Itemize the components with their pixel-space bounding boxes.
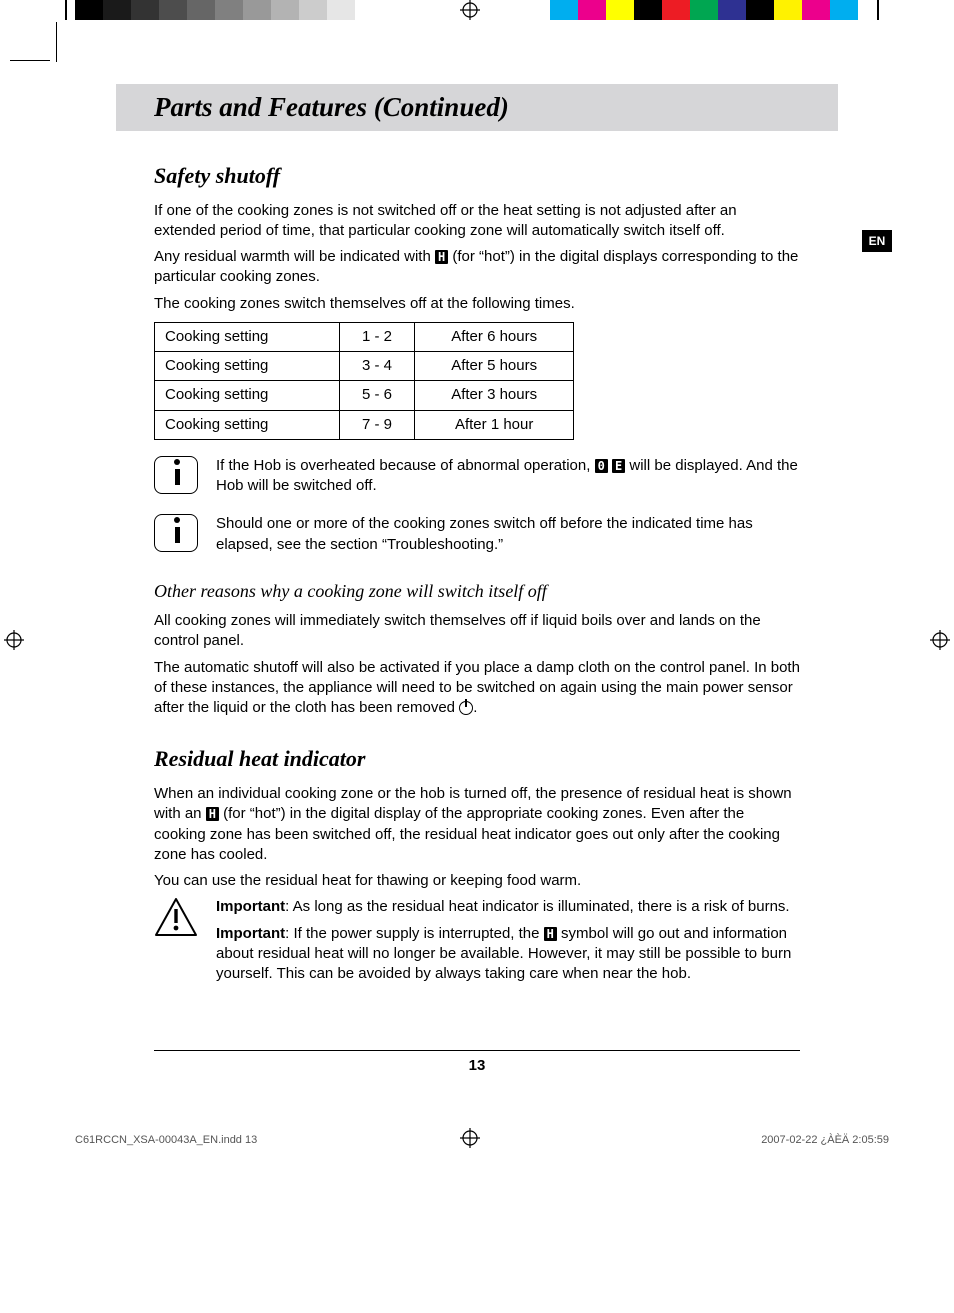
trim-tick-left <box>65 0 67 20</box>
color-swatch <box>662 0 690 20</box>
table-row: Cooking setting5 - 6After 3 hours <box>155 381 574 410</box>
table-row: Cooking setting1 - 2After 6 hours <box>155 322 574 351</box>
source-datetime: 2007-02-22 ¿ÀÈÄ 2:05:59 <box>761 1134 889 1146</box>
table-cell: After 5 hours <box>415 352 574 381</box>
para-other-2: The automatic shutoff will also be activ… <box>154 658 800 719</box>
table-cell: Cooking setting <box>155 322 340 351</box>
color-swatch <box>830 0 858 20</box>
table-cell: 1 - 2 <box>339 322 415 351</box>
prepress-footer: C61RCCN_XSA-00043A_EN.indd 13 2007-02-22… <box>0 1114 954 1154</box>
color-swatches <box>550 0 886 20</box>
shutoff-times-table: Cooking setting1 - 2After 6 hoursCooking… <box>154 322 574 440</box>
warning-1: Important: As long as the residual heat … <box>216 897 800 917</box>
para-residual-1: When an individual cooking zone or the h… <box>154 784 800 865</box>
hot-symbol-icon: H <box>206 807 219 821</box>
gray-swatch <box>187 0 215 20</box>
para-safety-3: The cooking zones switch themselves off … <box>154 294 800 314</box>
table-cell: Cooking setting <box>155 352 340 381</box>
table-cell: After 3 hours <box>415 381 574 410</box>
table-row: Cooking setting7 - 9After 1 hour <box>155 410 574 439</box>
trim-tick-right <box>877 0 879 20</box>
table-cell: After 1 hour <box>415 410 574 439</box>
warning-note: Important: As long as the residual heat … <box>154 897 800 990</box>
color-swatch <box>802 0 830 20</box>
color-swatch <box>578 0 606 20</box>
table-cell: Cooking setting <box>155 410 340 439</box>
grayscale-swatches <box>75 0 383 20</box>
page-number: 13 <box>116 1057 838 1114</box>
section-title: Parts and Features (Continued) <box>154 92 509 122</box>
table-cell: Cooking setting <box>155 381 340 410</box>
overheat-symbol-1-icon: 0 <box>595 459 608 473</box>
color-swatch <box>550 0 578 20</box>
heading-other-reasons: Other reasons why a cooking zone will sw… <box>154 579 800 603</box>
heading-safety-shutoff: Safety shutoff <box>154 161 800 191</box>
gray-swatch <box>243 0 271 20</box>
gray-swatch <box>215 0 243 20</box>
hot-symbol-icon: H <box>544 927 557 941</box>
gray-swatch <box>75 0 103 20</box>
gray-swatch <box>355 0 383 20</box>
prepress-top-bar <box>0 0 954 34</box>
para-residual-2: You can use the residual heat for thawin… <box>154 871 800 891</box>
info-note-overheat: If the Hob is overheated because of abno… <box>154 456 800 497</box>
heading-residual-heat: Residual heat indicator <box>154 744 800 774</box>
info-note-troubleshooting: Should one or more of the cooking zones … <box>154 514 800 555</box>
table-cell: 5 - 6 <box>339 381 415 410</box>
color-swatch <box>690 0 718 20</box>
table-row: Cooking setting3 - 4After 5 hours <box>155 352 574 381</box>
power-symbol-icon <box>459 701 473 715</box>
table-cell: 7 - 9 <box>339 410 415 439</box>
info-icon <box>154 514 198 552</box>
gray-swatch <box>103 0 131 20</box>
footer-rule <box>154 1050 800 1051</box>
gray-swatch <box>131 0 159 20</box>
section-title-bar: Parts and Features (Continued) <box>116 84 838 131</box>
color-swatch <box>718 0 746 20</box>
registration-mark-top-icon <box>460 0 480 20</box>
language-tab: EN <box>862 230 892 252</box>
color-swatch <box>606 0 634 20</box>
color-swatch <box>746 0 774 20</box>
gray-swatch <box>299 0 327 20</box>
gray-swatch <box>271 0 299 20</box>
info-icon <box>154 456 198 494</box>
para-safety-2: Any residual warmth will be indicated wi… <box>154 247 800 288</box>
table-cell: 3 - 4 <box>339 352 415 381</box>
page-content: Parts and Features (Continued) EN Safety… <box>0 34 954 1114</box>
hot-symbol-icon: H <box>435 250 448 264</box>
overheat-symbol-2-icon: E <box>612 459 625 473</box>
color-swatch <box>774 0 802 20</box>
table-cell: After 6 hours <box>415 322 574 351</box>
para-other-1: All cooking zones will immediately switc… <box>154 611 800 652</box>
color-swatch <box>634 0 662 20</box>
color-swatch <box>858 0 886 20</box>
gray-swatch <box>327 0 355 20</box>
registration-mark-bottom-icon <box>460 1128 480 1148</box>
warning-2: Important: If the power supply is interr… <box>216 924 800 985</box>
para-safety-1: If one of the cooking zones is not switc… <box>154 201 800 242</box>
source-filename: C61RCCN_XSA-00043A_EN.indd 13 <box>75 1134 257 1146</box>
warning-icon <box>154 897 198 937</box>
gray-swatch <box>159 0 187 20</box>
